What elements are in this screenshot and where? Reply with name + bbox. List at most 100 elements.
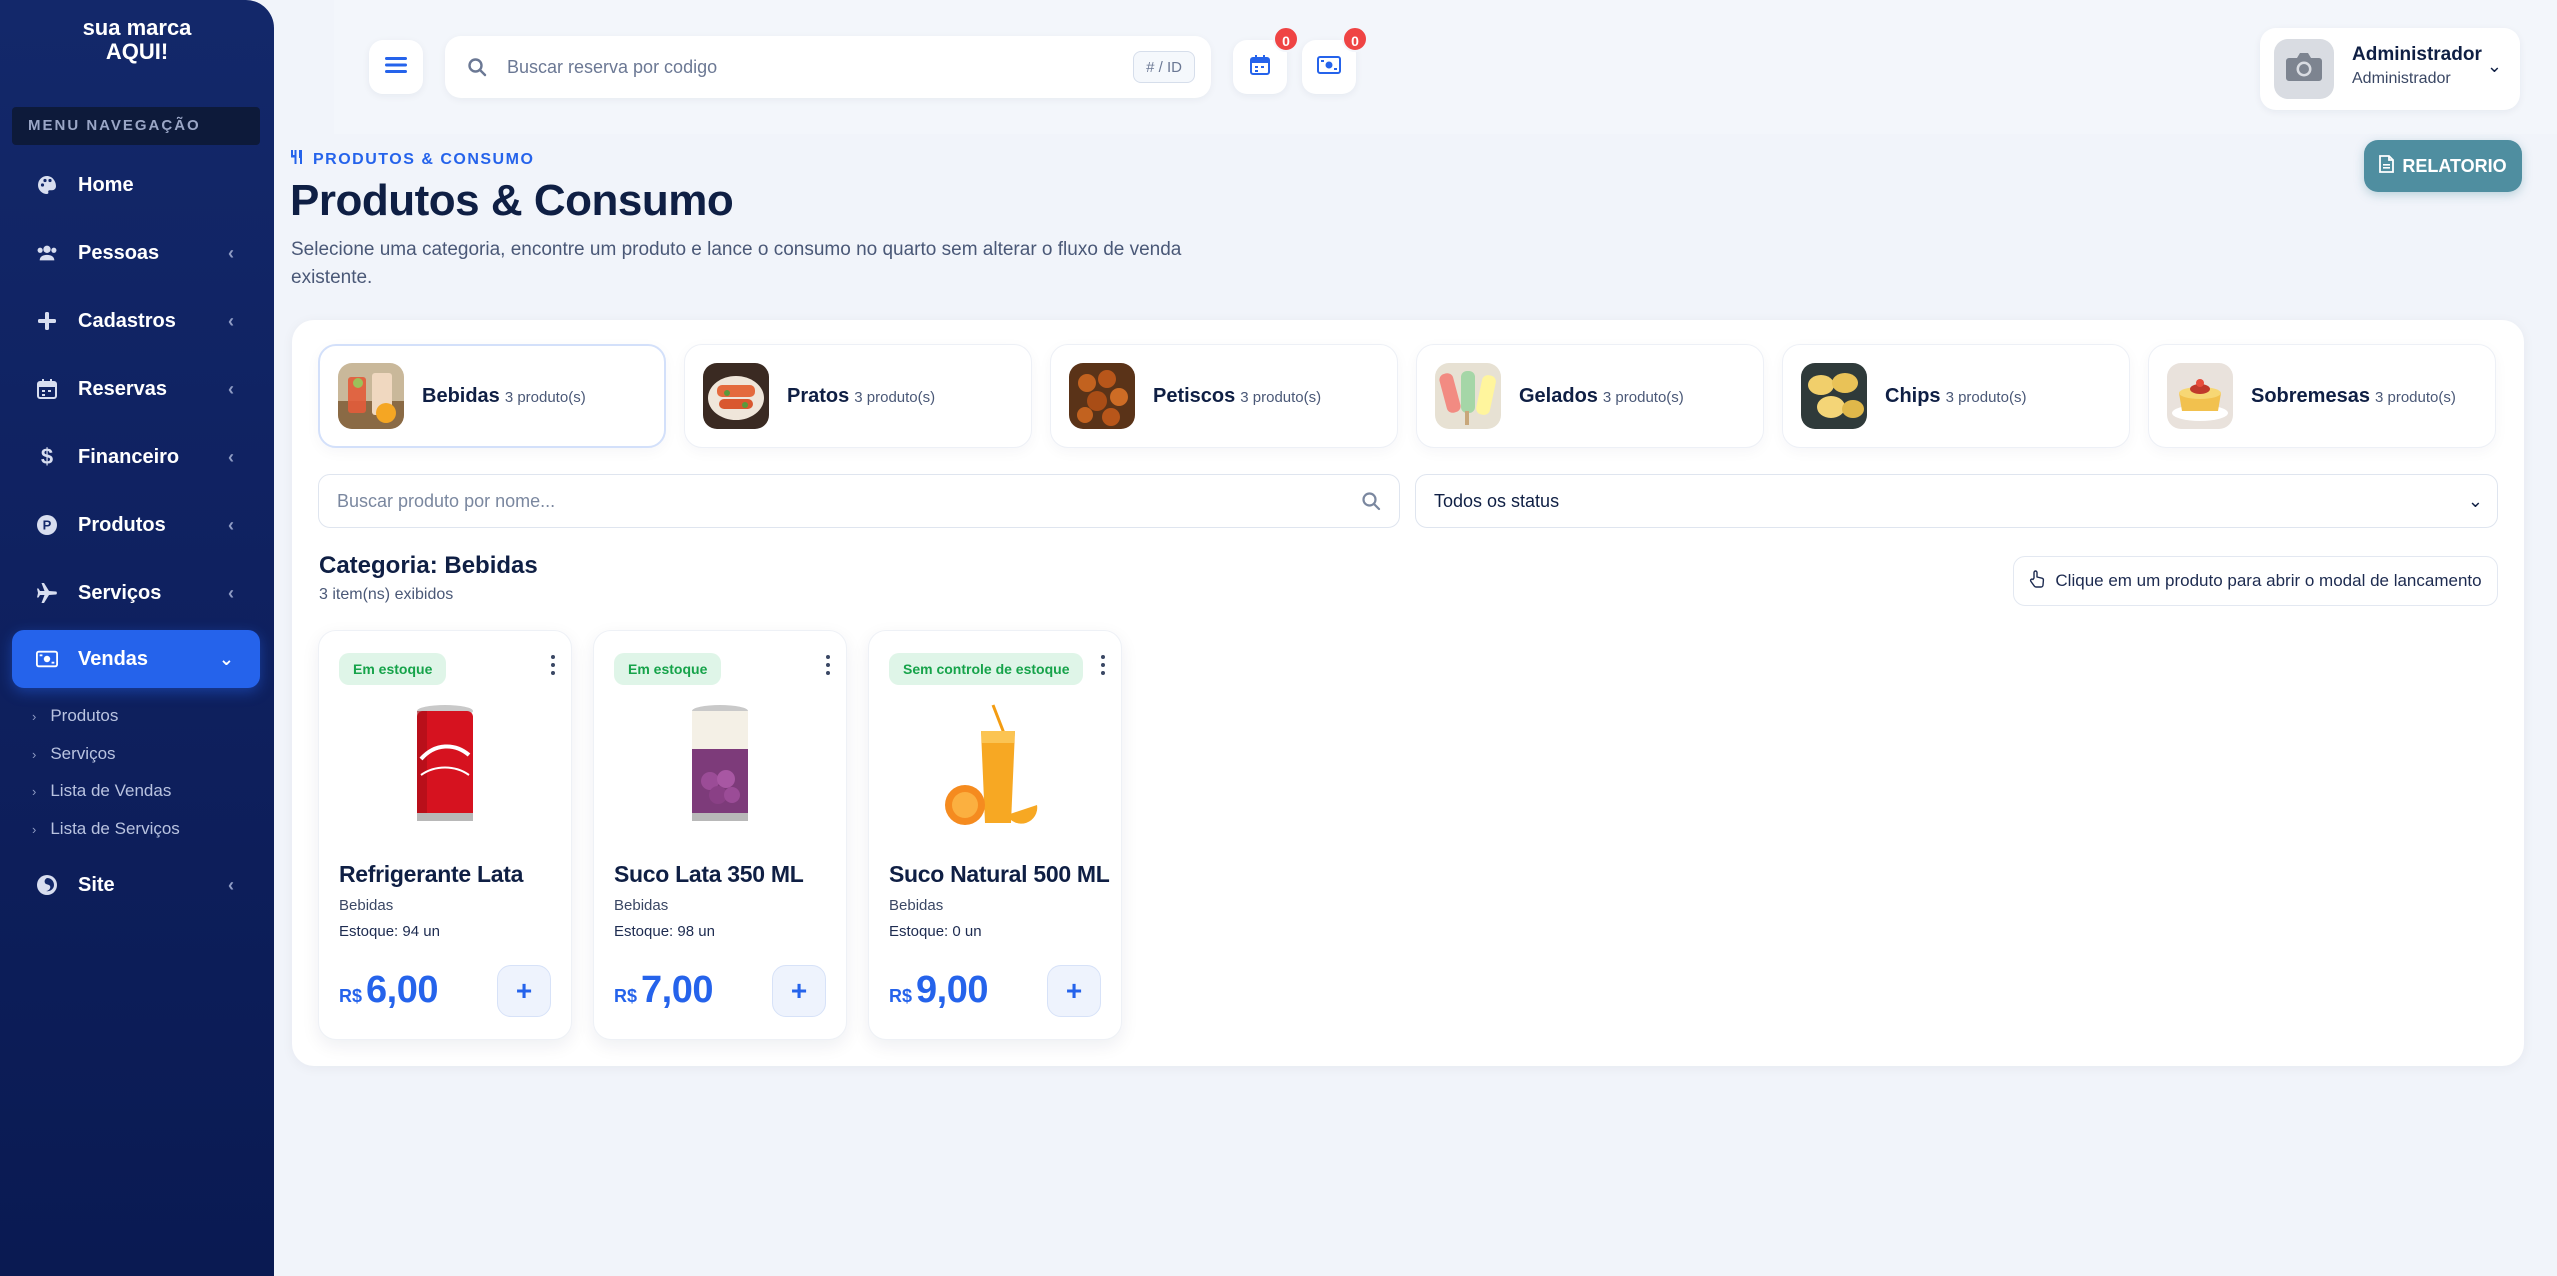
user-menu[interactable]: Administrador Administrador ⌄ <box>2260 28 2520 110</box>
product-search-input[interactable] <box>337 490 1317 512</box>
sidebar-item-home[interactable]: Home <box>12 156 260 214</box>
category-thumbnail <box>1435 363 1501 429</box>
products-panel: Bebidas 3 produto(s) Pratos 3 produto(s)… <box>292 320 2524 1066</box>
more-options-icon[interactable] <box>820 653 836 677</box>
category-count: 3 produto(s) <box>854 389 936 406</box>
add-product-button[interactable]: + <box>497 965 551 1017</box>
menu-caption: MENU NAVEGAÇÃO <box>12 107 260 145</box>
stock-status-badge: Em estoque <box>614 653 722 685</box>
firefox-icon <box>36 874 58 896</box>
product-price: R$ 6,00 <box>339 969 438 1012</box>
submenu-servicos[interactable]: › Serviços <box>32 744 116 764</box>
sidebar-item-label: Site <box>78 873 115 896</box>
plane-icon <box>36 582 58 604</box>
category-count: 3 produto(s) <box>2374 389 2456 406</box>
money-icon <box>36 648 58 670</box>
stock-status-badge: Sem controle de estoque <box>889 653 1084 685</box>
chevron-right-icon: › <box>32 708 37 724</box>
submenu-lista-servicos[interactable]: › Lista de Serviços <box>32 819 180 839</box>
category-count: 3 produto(s) <box>1945 389 2027 406</box>
sidebar-item-label: Reservas <box>78 377 167 400</box>
category-thumbnail <box>703 363 769 429</box>
search-icon <box>1361 491 1381 516</box>
sidebar-item-label: Produtos <box>78 513 166 536</box>
product-image-orange-juice <box>935 701 1055 836</box>
hamburger-icon <box>385 56 407 79</box>
chevron-right-icon: › <box>32 783 37 799</box>
category-tab-bebidas[interactable]: Bebidas 3 produto(s) <box>318 344 666 448</box>
category-tab-gelados[interactable]: Gelados 3 produto(s) <box>1416 344 1764 448</box>
sidebar-item-label: Financeiro <box>78 445 180 468</box>
submenu-label: Serviços <box>50 744 116 763</box>
product-name: Refrigerante Lata <box>339 861 524 887</box>
reservations-calendar-button[interactable]: 0 <box>1233 26 1299 94</box>
report-button[interactable]: RELATORIO <box>2364 140 2522 192</box>
product-card[interactable]: Em estoque Refrigerante Lata Bebidas Est… <box>318 630 572 1040</box>
sidebar: sua marca AQUI! MENU NAVEGAÇÃO Home Pess… <box>0 0 274 1276</box>
plus-icon <box>36 310 58 332</box>
category-tab-chips[interactable]: Chips 3 produto(s) <box>1782 344 2130 448</box>
add-product-button[interactable]: + <box>1047 965 1101 1017</box>
sidebar-item-produtos[interactable]: P Produtos ‹ <box>12 496 260 554</box>
sidebar-item-pessoas[interactable]: Pessoas ‹ <box>12 224 260 282</box>
search-icon <box>467 57 487 77</box>
avatar <box>2274 39 2334 99</box>
breadcrumb: PRODUTOS & CONSUMO <box>291 150 534 169</box>
price-value: 7,00 <box>641 969 713 1011</box>
product-image-juice-can <box>680 701 760 836</box>
price-currency: R$ <box>889 986 913 1006</box>
price-currency: R$ <box>339 986 363 1006</box>
sidebar-item-vendas[interactable]: Vendas ⌄ <box>12 630 260 688</box>
chevron-right-icon: › <box>32 746 37 762</box>
camera-icon <box>2285 52 2323 87</box>
sidebar-item-reservas[interactable]: Reservas ‹ <box>12 360 260 418</box>
brand-logo[interactable]: sua marca AQUI! <box>0 16 274 64</box>
submenu-lista-vendas[interactable]: › Lista de Vendas <box>32 781 171 801</box>
product-stock: Estoque: 98 un <box>614 923 715 940</box>
click-hint-label: Clique em um produto para abrir o modal … <box>2055 571 2482 590</box>
reservation-search-input[interactable] <box>507 56 1107 78</box>
items-count: 3 item(ns) exibidos <box>319 586 454 603</box>
chevron-down-icon: ⌄ <box>2467 491 2483 511</box>
sales-money-button[interactable]: 0 <box>1302 26 1368 94</box>
more-options-icon[interactable] <box>1095 653 1111 677</box>
menu-toggle-button[interactable] <box>369 40 423 94</box>
page-title: Produtos & Consumo <box>290 176 734 225</box>
category-tab-pratos[interactable]: Pratos 3 produto(s) <box>684 344 1032 448</box>
notification-badge: 0 <box>1342 26 1368 52</box>
category-count: 3 produto(s) <box>1602 389 1684 406</box>
sidebar-item-site[interactable]: Site ‹ <box>12 856 260 914</box>
product-card[interactable]: Em estoque Suco Lata 350 ML Bebidas Esto… <box>593 630 847 1040</box>
page-description: Selecione uma categoria, encontre um pro… <box>291 239 1182 288</box>
sidebar-item-cadastros[interactable]: Cadastros ‹ <box>12 292 260 350</box>
product-image-coca-can <box>405 701 485 836</box>
status-filter-value: Todos os status <box>1434 491 1560 511</box>
chevron-left-icon: ‹ <box>228 446 234 467</box>
dollar-icon: $ <box>40 444 54 469</box>
category-tab-petiscos[interactable]: Petiscos 3 produto(s) <box>1050 344 1398 448</box>
utensils-icon <box>291 150 303 169</box>
hand-pointer-icon <box>2029 569 2045 593</box>
status-filter-select[interactable]: Todos os status ⌄ <box>1415 474 2498 528</box>
product-price: R$ 7,00 <box>614 969 713 1012</box>
breadcrumb-label: PRODUTOS & CONSUMO <box>313 150 535 168</box>
submenu-produtos[interactable]: › Produtos <box>32 706 118 726</box>
category-tab-sobremesas[interactable]: Sobremesas 3 produto(s) <box>2148 344 2496 448</box>
chevron-left-icon: ‹ <box>228 874 234 895</box>
svg-text:P: P <box>43 518 52 533</box>
price-value: 6,00 <box>366 969 438 1011</box>
product-card[interactable]: Sem controle de estoque Suco Natural 500… <box>868 630 1122 1040</box>
sidebar-item-servicos[interactable]: Serviços ‹ <box>12 564 260 622</box>
add-product-button[interactable]: + <box>772 965 826 1017</box>
chevron-left-icon: ‹ <box>228 514 234 535</box>
category-thumbnail <box>338 363 404 429</box>
more-options-icon[interactable] <box>545 653 561 677</box>
category-name: Gelados <box>1519 384 1598 407</box>
sidebar-item-label: Home <box>78 173 134 196</box>
submenu-label: Lista de Vendas <box>50 781 172 800</box>
category-name: Sobremesas <box>2251 384 2370 407</box>
calendar-icon <box>1250 54 1270 80</box>
product-price: R$ 9,00 <box>889 969 988 1012</box>
sidebar-item-financeiro[interactable]: $ Financeiro ‹ <box>12 428 260 486</box>
product-name: Suco Natural 500 ML <box>889 861 1110 887</box>
